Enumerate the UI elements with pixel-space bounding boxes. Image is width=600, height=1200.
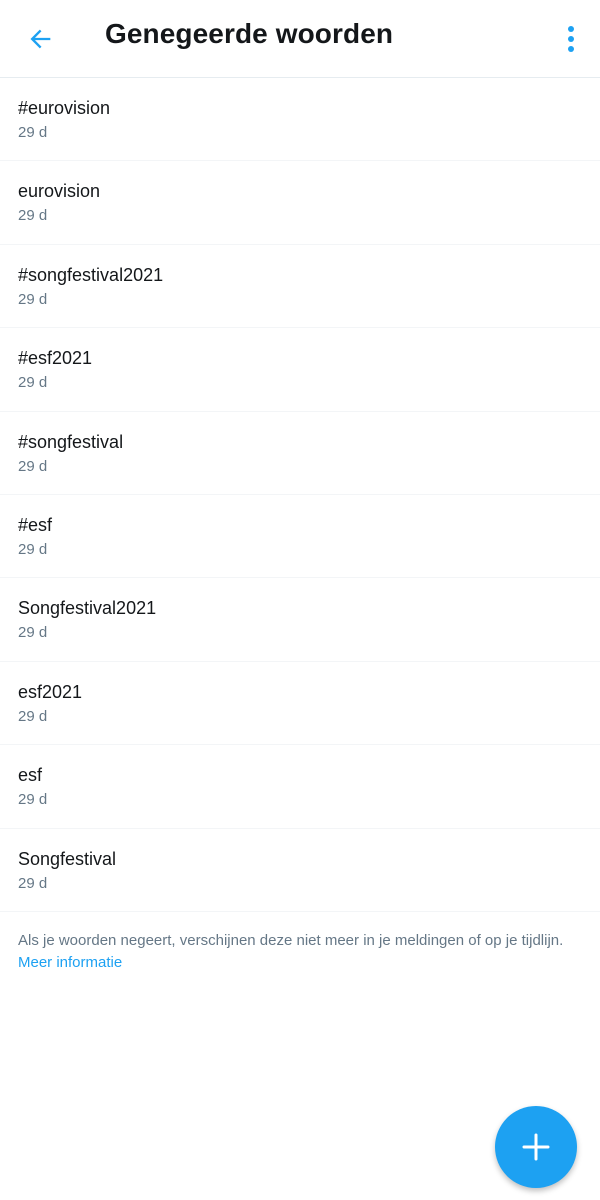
muted-word: esf2021: [18, 681, 83, 702]
muted-word: #eurovision: [18, 98, 111, 118]
list-item[interactable]: #songfestival2021 29 d: [0, 245, 600, 329]
muted-word: Songfestival: [18, 848, 117, 869]
list-item[interactable]: #esf2021 29 d: [0, 328, 600, 412]
muted-duration: 29 d: [18, 124, 48, 141]
muted-word: Songfestival2021: [18, 598, 157, 619]
muted-duration: 29 d: [18, 791, 48, 809]
page-title: Genegeerde woorden: [105, 18, 394, 49]
list-item[interactable]: Songfestival2021 29 d: [0, 578, 600, 662]
info-text: Als je woorden negeert, verschijnen deze…: [18, 930, 578, 974]
muted-duration: 29 d: [18, 874, 48, 892]
list-item[interactable]: esf 29 d: [0, 745, 600, 829]
back-button[interactable]: [18, 16, 64, 62]
more-info-link[interactable]: Meer informatie: [18, 954, 122, 971]
muted-words-list: #eurovision 29 d eurovision 29 d #songfe…: [0, 78, 600, 912]
muted-word: esf: [18, 765, 43, 786]
muted-duration: 29 d: [18, 540, 48, 558]
muted-word: #esf2021: [18, 348, 93, 369]
add-muted-word-button[interactable]: [495, 1106, 577, 1188]
muted-word: #songfestival: [18, 431, 124, 452]
plus-icon: [522, 1133, 550, 1161]
muted-word: #songfestival2021: [18, 264, 164, 285]
list-item[interactable]: #songfestival 29 d: [0, 412, 600, 495]
app-screen: Genegeerde woorden #eurovision 29 d euro…: [0, 0, 600, 1200]
info-description: Als je woorden negeert, verschijnen deze…: [18, 932, 564, 949]
muted-duration: 29 d: [18, 707, 48, 725]
list-item[interactable]: #esf 29 d: [0, 495, 600, 579]
more-vertical-icon: [568, 26, 574, 52]
muted-duration: 29 d: [18, 374, 48, 392]
arrow-left-icon: [30, 29, 51, 49]
muted-duration: 29 d: [18, 457, 48, 475]
muted-word: eurovision: [18, 181, 101, 202]
muted-word: #esf: [18, 514, 53, 535]
top-app-bar: Genegeerde woorden: [0, 0, 600, 78]
list-item[interactable]: #eurovision 29 d: [0, 78, 600, 162]
list-item[interactable]: Songfestival 29 d: [0, 829, 600, 912]
list-item[interactable]: esf2021 29 d: [0, 662, 600, 746]
muted-duration: 29 d: [18, 207, 48, 225]
muted-duration: 29 d: [18, 624, 48, 642]
more-options-button[interactable]: [556, 16, 586, 62]
list-item[interactable]: eurovision 29 d: [0, 161, 600, 245]
muted-duration: 29 d: [18, 290, 48, 308]
